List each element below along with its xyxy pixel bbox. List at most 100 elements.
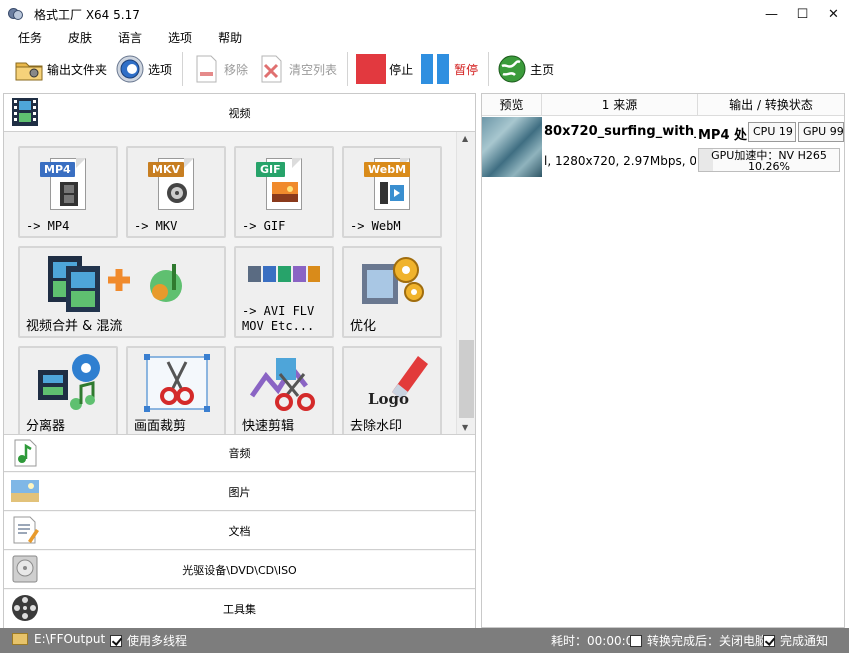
clear-list-button[interactable]: 清空列表	[256, 49, 337, 89]
menu-language[interactable]: 语言	[112, 29, 148, 46]
output-format: MP4 处	[698, 128, 748, 143]
pause-label: 暂停	[454, 62, 479, 77]
tile-label: 优化	[350, 319, 377, 334]
tile-label: -> AVI FLV MOV Etc...	[242, 304, 315, 333]
pause-button[interactable]: 暂停	[421, 49, 478, 89]
mkv-file-icon: MKV	[148, 154, 194, 210]
category-tools[interactable]: 工具集	[4, 590, 475, 628]
home-label: 主页	[530, 62, 555, 77]
clear-list-label: 清空列表	[289, 62, 338, 77]
category-audio-label: 音频	[228, 447, 251, 460]
gpu-usage: GPU 99	[798, 122, 844, 142]
stop-icon	[356, 54, 387, 84]
options-label: 选项	[148, 62, 173, 77]
logo-text: Logo	[368, 390, 410, 408]
tile-to-avi-flv-mov[interactable]: -> AVI FLV MOV Etc...	[234, 246, 334, 338]
tile-to-mp4[interactable]: MP4 -> MP4	[18, 146, 118, 238]
notify-option[interactable]: 完成通知	[763, 632, 828, 649]
toolbar-separator	[182, 52, 184, 86]
function-grid-scrollbar[interactable]: ▲ ▼	[456, 132, 475, 434]
film-reel-icon	[12, 595, 38, 621]
category-audio[interactable]: 音频	[4, 434, 475, 472]
options-button[interactable]: 选项	[115, 49, 172, 89]
category-tools-label: 工具集	[223, 603, 256, 616]
optimize-gear-icon	[362, 257, 424, 304]
document-icon	[13, 516, 39, 544]
gear-icon	[116, 55, 144, 83]
tile-label: 画面裁剪	[134, 419, 187, 434]
output-path-text: E:\FFOutput	[34, 632, 106, 646]
output-path[interactable]: E:\FFOutput	[12, 632, 105, 646]
app-icon	[8, 6, 24, 22]
tile-quick-clip[interactable]: 快速剪辑	[234, 346, 334, 434]
tile-label: 视频合并 & 混流	[26, 319, 123, 334]
category-document-label: 文档	[228, 524, 251, 538]
menu-bar: 任务 皮肤 语言 选项 帮助	[0, 28, 849, 46]
toolbar-separator	[347, 52, 349, 86]
notify-label: 完成通知	[780, 634, 829, 648]
clear-list-icon	[261, 55, 282, 83]
audio-file-icon	[14, 439, 37, 467]
category-disc-label: 光驱设备\DVD\CD\ISO	[182, 563, 297, 577]
remove-label: 移除	[224, 62, 249, 77]
task-row[interactable]: 80x720_surfing_with_ l, 1280x720, 2.97Mb…	[482, 116, 844, 178]
menu-task[interactable]: 任务	[12, 29, 48, 46]
minimize-button[interactable]: —	[756, 0, 787, 28]
menu-options[interactable]: 选项	[162, 29, 198, 46]
output-folder-label: 输出文件夹	[47, 62, 108, 77]
picture-icon	[11, 480, 39, 502]
after-done-option[interactable]: 转换完成后：关闭电脑	[630, 632, 767, 649]
column-header-source[interactable]: 1 来源	[542, 94, 698, 116]
stop-button[interactable]: 停止	[356, 49, 413, 89]
maximize-button[interactable]: ☐	[787, 0, 818, 28]
menu-skin[interactable]: 皮肤	[62, 29, 98, 46]
elapsed-time: 耗时：00:00:02	[551, 632, 641, 649]
tile-label: 分离器	[26, 419, 66, 434]
menu-help[interactable]: 帮助	[212, 29, 248, 46]
film-icon	[12, 98, 38, 126]
tile-label: -> GIF	[242, 219, 286, 233]
tile-label: 快速剪辑	[242, 419, 295, 434]
tile-optimize[interactable]: 优化	[342, 246, 442, 338]
scroll-down-icon[interactable]: ▼	[462, 423, 468, 432]
folder-icon	[15, 62, 43, 81]
output-folder-button[interactable]: 输出文件夹	[14, 49, 107, 89]
category-video-label: 视频	[228, 106, 251, 120]
category-disc[interactable]: 光驱设备\DVD\CD\ISO	[4, 551, 475, 589]
notify-checkbox[interactable]	[763, 634, 775, 647]
column-header-preview[interactable]: 预览	[482, 94, 542, 116]
home-button[interactable]: 主页	[497, 49, 554, 89]
scroll-thumb[interactable]	[459, 340, 474, 418]
category-picture-label: 图片	[228, 485, 251, 499]
pause-icon	[421, 54, 450, 84]
tile-remove-watermark[interactable]: Logo 去除水印	[342, 346, 442, 434]
webm-file-icon: WebM	[364, 154, 411, 210]
category-document[interactable]: 文档	[4, 512, 475, 550]
tile-label: -> WebM	[350, 219, 401, 233]
tile-video-merge[interactable]: 视频合并 & 混流	[18, 246, 226, 338]
multithread-option[interactable]: 使用多线程	[110, 632, 187, 649]
tile-splitter[interactable]: 分离器	[18, 346, 118, 434]
column-header-output-status[interactable]: 输出 / 转换状态	[698, 94, 844, 116]
video-preview-thumbnail	[482, 117, 542, 177]
category-video[interactable]: 视频	[4, 94, 475, 132]
multithread-label: 使用多线程	[127, 634, 188, 648]
tile-to-gif[interactable]: GIF -> GIF	[234, 146, 334, 238]
category-picture[interactable]: 图片	[4, 473, 475, 511]
folder-icon	[12, 633, 28, 645]
tile-crop[interactable]: 画面裁剪	[126, 346, 226, 434]
window-title: 格式工厂 X64 5.17	[34, 7, 140, 22]
remove-icon	[196, 55, 217, 83]
close-button[interactable]: ✕	[818, 0, 849, 28]
mp4-tag: MP4	[40, 162, 75, 177]
progress-percent: 10.26%	[748, 160, 790, 173]
splitter-icon	[38, 354, 100, 410]
tile-to-webm[interactable]: WebM -> WebM	[342, 146, 442, 238]
after-done-checkbox[interactable]	[630, 634, 642, 647]
toolbar: 输出文件夹 选项 移除 清空列表 停止 暂停 主页	[0, 46, 849, 92]
scissors-icon	[144, 354, 210, 412]
scroll-up-icon[interactable]: ▲	[462, 134, 468, 143]
remove-button[interactable]: 移除	[191, 49, 248, 89]
multithread-checkbox[interactable]	[110, 634, 122, 647]
tile-to-mkv[interactable]: MKV -> MKV	[126, 146, 226, 238]
